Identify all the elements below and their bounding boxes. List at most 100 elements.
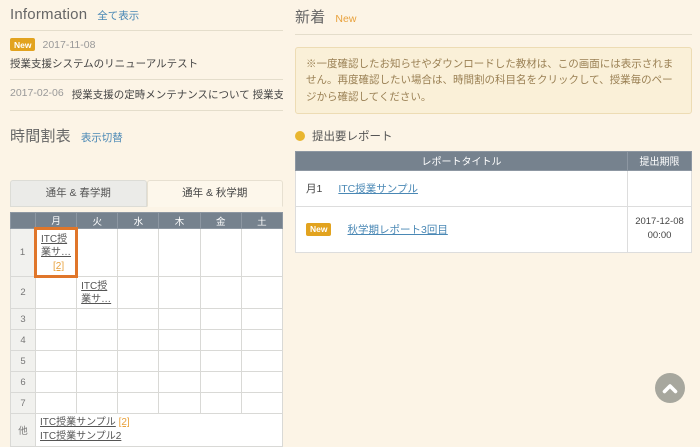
news-item[interactable]: New 2017-11-08 授業支援システムのリニューアルテスト — [10, 31, 283, 80]
day-header-tue: 火 — [77, 213, 118, 229]
tab-fall-semester[interactable]: 通年 & 秋学期 — [147, 180, 284, 207]
timetable-cell — [36, 277, 77, 309]
day-header-thu: 木 — [159, 213, 200, 229]
scroll-to-top-button[interactable] — [655, 373, 685, 403]
course-slot: ITC授業サ… [2] — [37, 230, 75, 275]
timetable-cell — [77, 309, 118, 330]
reports-header-row: レポートタイトル 提出期限 — [296, 151, 692, 170]
timetable-cell — [118, 330, 159, 351]
unread-count-link[interactable]: [2] — [53, 260, 64, 273]
reports-section-header: 提出要レポート — [295, 128, 692, 144]
timetable-tabs: 通年 & 春学期 通年 & 秋学期 — [10, 180, 283, 207]
news-title: 授業支援システムのリニューアルテスト — [10, 56, 283, 71]
period-label: 4 — [11, 330, 36, 351]
report-row: New 秋学期レポート3回目 2017-12-08 00:00 — [296, 206, 692, 252]
day-header-wed: 水 — [118, 213, 159, 229]
timetable-cell — [77, 330, 118, 351]
timetable-row-1: 1 ITC授業サ… [2] — [11, 229, 283, 277]
report-slot-label: 月1 — [306, 181, 322, 196]
timetable-cell — [241, 330, 282, 351]
timetable-corner-cell — [11, 213, 36, 229]
period-label: 6 — [11, 372, 36, 393]
timetable-row-3: 3 — [11, 309, 283, 330]
timetable-row-4: 4 — [11, 330, 283, 351]
column-deadline: 提出期限 — [628, 151, 692, 170]
unread-count-link[interactable]: [2] — [119, 417, 130, 428]
timetable-row-2: 2 ITC授業サ… — [11, 277, 283, 309]
day-header-fri: 金 — [200, 213, 241, 229]
news-item[interactable]: 2017-02-06 授業支援の定時メンテナンスについて 授業支援では、毎日 午… — [10, 80, 283, 111]
chevron-up-icon — [662, 383, 678, 394]
timetable-cell — [200, 229, 241, 277]
period-label: 1 — [11, 229, 36, 277]
timetable-cell-mon1-highlighted: ITC授業サ… [2] — [36, 229, 77, 277]
timetable-header: 時間割表 表示切替 — [10, 123, 283, 153]
timetable-cell — [200, 372, 241, 393]
news-section-title: 新着 — [295, 6, 325, 27]
course-link[interactable]: ITC授業サ… — [41, 234, 71, 258]
dashboard: Information 全て表示 New 2017-11-08 授業支援システム… — [0, 0, 700, 447]
timetable-row-6: 6 — [11, 372, 283, 393]
timetable-cell — [159, 330, 200, 351]
news-date: 2017-02-06 — [10, 87, 64, 102]
timetable-cell — [200, 277, 241, 309]
timetable-cell — [241, 309, 282, 330]
timetable-cell — [36, 393, 77, 414]
deadline-time: 00:00 — [628, 229, 691, 243]
course-slot: ITC授業サ… — [77, 277, 117, 308]
notice-text: ※一度確認したお知らせやダウンロードした教材は、この画面には表示されません。再度… — [306, 58, 673, 103]
timetable-grid: 月 火 水 木 金 土 1 ITC授業サ… [2] — [10, 212, 283, 447]
timetable-cell — [36, 309, 77, 330]
timetable-cell — [241, 393, 282, 414]
news-date: 2017-11-08 — [42, 39, 95, 51]
timetable-cell — [241, 372, 282, 393]
period-label: 5 — [11, 351, 36, 372]
course-slot: ITC授業サンプル [2] — [40, 416, 278, 430]
timetable-cell — [159, 229, 200, 277]
course-link[interactable]: ITC授業サンプル2 — [40, 431, 121, 442]
timetable-cell — [77, 372, 118, 393]
deadline-date: 2017-12-08 — [628, 215, 691, 229]
bullet-icon — [295, 131, 305, 141]
timetable-cell — [159, 372, 200, 393]
course-slot: ITC授業サンプル2 — [40, 430, 278, 444]
report-cell: New 秋学期レポート3回目 — [296, 206, 628, 252]
news-item-line: 2017-02-06 授業支援の定時メンテナンスについて 授業支援では、毎日 午… — [10, 87, 283, 102]
timetable-cell — [159, 351, 200, 372]
right-column: 新着 New ※一度確認したお知らせやダウンロードした教材は、この画面には表示さ… — [295, 4, 692, 447]
period-label: 2 — [11, 277, 36, 309]
report-deadline — [628, 170, 692, 206]
reports-section-title: 提出要レポート — [312, 128, 393, 144]
display-toggle-link[interactable]: 表示切替 — [81, 130, 123, 145]
report-link[interactable]: ITC授業サンプル — [338, 181, 418, 196]
timetable-cell — [241, 229, 282, 277]
news-header: 新着 New — [295, 4, 692, 35]
left-column: Information 全て表示 New 2017-11-08 授業支援システム… — [10, 4, 283, 447]
news-item-meta: New 2017-11-08 — [10, 38, 283, 51]
new-label: New — [335, 13, 356, 25]
timetable-cell — [200, 351, 241, 372]
timetable-cell — [118, 309, 159, 330]
timetable-cell — [77, 393, 118, 414]
timetable-cell — [118, 351, 159, 372]
period-label: 3 — [11, 309, 36, 330]
notice-box: ※一度確認したお知らせやダウンロードした教材は、この画面には表示されません。再度… — [295, 47, 692, 114]
timetable-cell — [241, 277, 282, 309]
timetable-row-7: 7 — [11, 393, 283, 414]
timetable-cell-other: ITC授業サンプル [2] ITC授業サンプル2 — [36, 414, 283, 447]
day-header-mon: 月 — [36, 213, 77, 229]
timetable-cell — [36, 372, 77, 393]
period-label: 7 — [11, 393, 36, 414]
report-row: 月1 ITC授業サンプル — [296, 170, 692, 206]
tab-spring-semester[interactable]: 通年 & 春学期 — [10, 180, 147, 207]
timetable-row-other: 他 ITC授業サンプル [2] ITC授業サンプル2 — [11, 414, 283, 447]
report-link[interactable]: 秋学期レポート3回目 — [347, 222, 447, 237]
report-cell: 月1 ITC授業サンプル — [296, 170, 628, 206]
show-all-link[interactable]: 全て表示 — [97, 8, 139, 23]
information-header: Information 全て表示 — [10, 4, 283, 31]
course-link[interactable]: ITC授業サ… — [81, 281, 111, 305]
course-link[interactable]: ITC授業サンプル — [40, 417, 116, 428]
timetable-cell — [118, 393, 159, 414]
timetable-cell — [77, 351, 118, 372]
timetable-cell-tue2: ITC授業サ… — [77, 277, 118, 309]
